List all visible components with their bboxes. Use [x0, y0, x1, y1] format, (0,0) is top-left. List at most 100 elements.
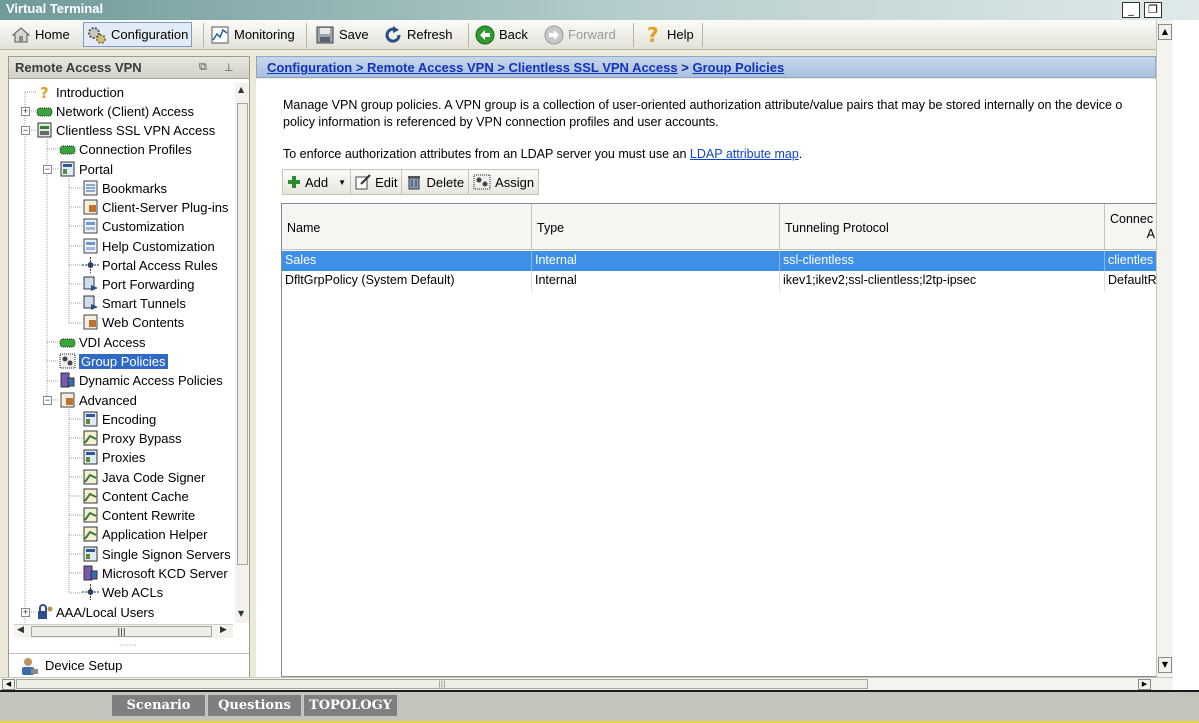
restore-button[interactable]: ❐	[1144, 2, 1162, 18]
splitter-grip[interactable]: ·······	[119, 641, 137, 650]
tree-item-web-contents[interactable]: Web Contents	[82, 313, 184, 331]
description-line-2: policy information is referenced by VPN …	[283, 115, 719, 129]
cell-type: Internal	[532, 271, 780, 291]
assign-button[interactable]: Assign	[469, 170, 538, 194]
column-header-name[interactable]: Name	[282, 204, 532, 250]
minimize-button[interactable]: _	[1122, 2, 1140, 18]
page-horizontal-scrollbar[interactable]: ◀ ||| ▶	[0, 677, 1173, 690]
column-header-type[interactable]: Type	[532, 204, 780, 250]
float-panel-icon[interactable]: ⧉	[199, 61, 207, 74]
table-row[interactable]: Sales Internal ssl-clientless clientles	[282, 251, 1156, 271]
edit-label: Edit	[375, 174, 398, 190]
back-button[interactable]: Back	[472, 22, 531, 47]
portal-icon	[60, 161, 75, 177]
tree-item-bookmarks[interactable]: Bookmarks	[82, 179, 167, 197]
help-label: Help	[667, 27, 694, 42]
bookmarks-icon	[83, 180, 98, 196]
tree-item-web-acls[interactable]: Web ACLs	[82, 583, 163, 601]
monitoring-button[interactable]: Monitoring	[207, 22, 298, 47]
tree-item-vdi-access[interactable]: VDI Access	[59, 333, 145, 351]
tree-item-clientless-ssl-vpn-access[interactable]: Clientless SSL VPN Access	[36, 121, 215, 139]
questions-tab[interactable]: Questions	[208, 695, 301, 716]
tree-item-microsoft-kcd-server[interactable]: Microsoft KCD Server	[82, 564, 228, 582]
home-button[interactable]: Home	[8, 22, 73, 47]
tree-item-application-helper[interactable]: Application Helper	[82, 525, 208, 543]
tree-item-port-forwarding[interactable]: Port Forwarding	[82, 275, 194, 293]
cell-type: Internal	[532, 251, 780, 271]
tree-vertical-scrollbar[interactable]: ▲ ▼	[235, 83, 249, 623]
scroll-left-arrow-icon[interactable]: ◀	[2, 679, 15, 690]
scroll-down-arrow-icon[interactable]: ▼	[1158, 657, 1172, 673]
delete-button[interactable]: Delete	[402, 170, 470, 194]
expand-toggle[interactable]: +	[21, 107, 30, 116]
column-header-connection[interactable]: Connec A	[1105, 204, 1156, 250]
table-row[interactable]: DfltGrpPolicy (System Default) Internal …	[282, 271, 1156, 291]
configuration-button[interactable]: Configuration	[83, 22, 193, 47]
tree-scroll-left-icon[interactable]: ◀	[17, 625, 24, 635]
forward-button[interactable]: Forward	[541, 22, 619, 47]
expand-toggle[interactable]: +	[21, 608, 30, 617]
proxy-bypass-icon	[83, 430, 98, 446]
web-contents-icon	[83, 314, 98, 330]
access-rules-icon	[82, 257, 99, 273]
network-access-icon	[36, 107, 53, 117]
java-signer-icon	[83, 469, 98, 485]
toolbar-separator	[306, 23, 307, 47]
tree-item-connection-profiles[interactable]: Connection Profiles	[59, 140, 192, 158]
scroll-right-arrow-icon[interactable]: ▶	[1138, 679, 1151, 690]
tree-item-customization[interactable]: Customization	[82, 217, 184, 235]
add-label: Add	[305, 174, 329, 190]
add-dropdown-chevron-icon[interactable]: ▼	[338, 178, 346, 187]
add-button[interactable]: Add ▼	[283, 170, 352, 194]
save-label: Save	[339, 27, 369, 42]
scroll-up-arrow-icon[interactable]: ▲	[1158, 24, 1172, 40]
breadcrumb-path-link[interactable]: Configuration > Remote Access VPN > Clie…	[267, 60, 678, 75]
tree-hscroll-thumb[interactable]: |||	[31, 626, 212, 637]
tree-item-java-code-signer[interactable]: Java Code Signer	[82, 468, 205, 486]
page-vertical-scrollbar[interactable]: ▲ ▼	[1156, 20, 1173, 677]
scenario-tab[interactable]: Scenario	[112, 695, 205, 716]
breadcrumb: Configuration > Remote Access VPN > Clie…	[256, 56, 1156, 78]
tree-item-encoding[interactable]: Encoding	[82, 410, 156, 428]
tree-item-client-server-plugins[interactable]: Client-Server Plug-ins	[82, 198, 228, 216]
edit-button[interactable]: Edit	[351, 170, 403, 194]
tree-item-portal[interactable]: Portal	[59, 160, 113, 178]
tree-item-portal-access-rules[interactable]: Portal Access Rules	[82, 256, 218, 274]
tree-item-dynamic-access-policies[interactable]: Dynamic Access Policies	[59, 371, 223, 389]
topology-tab[interactable]: TOPOLOGY	[304, 695, 397, 716]
collapse-toggle[interactable]: −	[43, 396, 52, 405]
cell-tunneling-protocol: ikev1;ikev2;ssl-clientless;l2tp-ipsec	[780, 271, 1105, 291]
column-header-tunneling-protocol[interactable]: Tunneling Protocol	[780, 204, 1105, 250]
breadcrumb-current-link[interactable]: Group Policies	[692, 60, 784, 75]
toolbar-separator	[633, 23, 634, 47]
tree-item-aaa-local-users[interactable]: AAA/Local Users	[36, 603, 154, 621]
collapse-toggle[interactable]: −	[21, 126, 30, 135]
tree-scroll-up-icon[interactable]: ▲	[238, 85, 244, 94]
vdi-access-icon	[59, 338, 76, 348]
page-description: Manage VPN group policies. A VPN group i…	[283, 97, 1156, 131]
collapse-toggle[interactable]: −	[43, 165, 52, 174]
ldap-attribute-map-link[interactable]: LDAP attribute map	[690, 147, 799, 161]
tree-item-single-signon-servers[interactable]: Single Signon Servers	[82, 545, 231, 563]
tree-scroll-down-icon[interactable]: ▼	[238, 609, 244, 618]
tree-item-group-policies[interactable]: Group Policies	[59, 352, 168, 370]
refresh-button[interactable]: Refresh	[380, 22, 456, 47]
tree-item-advanced[interactable]: Advanced	[59, 391, 137, 409]
tree-item-proxy-bypass[interactable]: Proxy Bypass	[82, 429, 181, 447]
help-button[interactable]: ? Help	[640, 22, 697, 47]
tree-item-content-cache[interactable]: Content Cache	[82, 487, 189, 505]
page-hscroll-thumb[interactable]: |||	[16, 679, 868, 689]
save-button[interactable]: Save	[312, 22, 372, 47]
tree-horizontal-scrollbar[interactable]: ◀ ||| ▶	[14, 624, 233, 638]
tree-item-content-rewrite[interactable]: Content Rewrite	[82, 506, 195, 524]
back-label: Back	[499, 27, 528, 42]
tree-item-help-customization[interactable]: Help Customization	[82, 237, 215, 255]
tree-scroll-right-icon[interactable]: ▶	[220, 625, 227, 635]
tree-item-smart-tunnels[interactable]: Smart Tunnels	[82, 294, 186, 312]
tree-item-introduction[interactable]: ? Introduction	[36, 83, 124, 101]
tree-item-network-client-access[interactable]: Network (Client) Access	[36, 102, 194, 120]
device-setup-button[interactable]: Device Setup	[9, 653, 249, 677]
tree-item-proxies[interactable]: Proxies	[82, 448, 145, 466]
tree-scroll-thumb[interactable]	[237, 103, 248, 565]
pin-panel-icon[interactable]: ⊥	[224, 61, 234, 74]
